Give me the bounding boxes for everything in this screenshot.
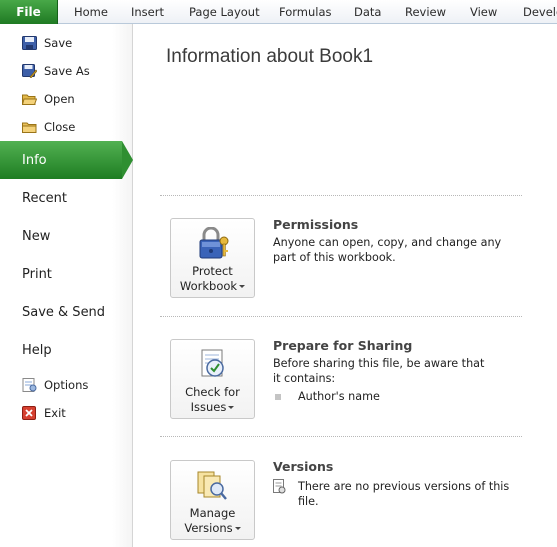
permissions-title: Permissions bbox=[273, 217, 359, 232]
nav-tab-save-send[interactable]: Save & Send bbox=[0, 293, 133, 331]
options-label: Options bbox=[44, 378, 89, 392]
check-for-issues-button[interactable]: Check for Issues bbox=[170, 339, 255, 419]
nav-tab-print[interactable]: Print bbox=[0, 255, 133, 293]
nav-save-as-command[interactable]: Save As bbox=[0, 57, 133, 85]
section-divider bbox=[160, 195, 522, 196]
info-panel: Information about Book1 Protect Workbook… bbox=[134, 24, 557, 547]
nav-options-command[interactable]: Options bbox=[0, 371, 133, 399]
protect-workbook-button[interactable]: Protect Workbook bbox=[170, 218, 255, 298]
tab-review[interactable]: Review bbox=[405, 0, 446, 24]
prepare-sharing-title: Prepare for Sharing bbox=[273, 338, 413, 353]
lock-keys-icon bbox=[199, 227, 229, 259]
nav-save-command[interactable]: Save bbox=[0, 29, 133, 57]
chevron-down-icon bbox=[234, 527, 241, 530]
nav-tab-new[interactable]: New bbox=[0, 217, 133, 255]
nav-tab-recent[interactable]: Recent bbox=[0, 179, 133, 217]
close-folder-icon bbox=[22, 122, 37, 133]
close-label: Close bbox=[44, 120, 76, 134]
tab-page-layout[interactable]: Page Layout bbox=[189, 0, 260, 24]
bullet-icon bbox=[275, 394, 281, 400]
exit-label: Exit bbox=[44, 406, 66, 420]
check-issues-label-line2: Issues bbox=[190, 400, 227, 414]
versions-description: There are no previous versions of this f… bbox=[298, 480, 510, 508]
chevron-down-icon bbox=[228, 406, 235, 409]
tab-formulas[interactable]: Formulas bbox=[279, 0, 332, 24]
tab-insert[interactable]: Insert bbox=[131, 0, 164, 24]
protect-workbook-label-line1: Protect bbox=[192, 264, 233, 278]
protect-workbook-label-line2: Workbook bbox=[179, 279, 238, 293]
nav-tab-info[interactable]: Info bbox=[0, 141, 122, 179]
nav-exit-command[interactable]: Exit bbox=[0, 399, 133, 427]
nav-tab-help[interactable]: Help bbox=[0, 331, 133, 369]
document-versions-icon bbox=[273, 479, 286, 494]
manage-versions-label-line2: Versions bbox=[184, 521, 233, 535]
versions-title: Versions bbox=[273, 459, 334, 474]
section-divider bbox=[160, 436, 522, 437]
sharing-item-author: Author's name bbox=[298, 390, 380, 403]
save-as-label: Save As bbox=[44, 64, 90, 78]
tab-home[interactable]: Home bbox=[74, 0, 108, 24]
save-icon bbox=[22, 36, 37, 50]
tab-developer[interactable]: Develo bbox=[523, 0, 557, 24]
nav-open-command[interactable]: Open bbox=[0, 85, 133, 113]
options-icon bbox=[22, 378, 37, 392]
open-folder-icon bbox=[22, 94, 37, 105]
active-tab-arrow bbox=[122, 141, 133, 179]
section-divider bbox=[160, 316, 522, 317]
chevron-down-icon bbox=[239, 285, 246, 288]
prepare-sharing-description: Before sharing this file, be aware that … bbox=[273, 357, 485, 385]
backstage-nav: Save Save As Open Close Info Recent New … bbox=[0, 24, 133, 547]
save-label: Save bbox=[44, 36, 73, 50]
exit-icon bbox=[22, 406, 36, 420]
page-title: Information about Book1 bbox=[166, 46, 374, 67]
manage-versions-label-line1: Manage bbox=[189, 506, 236, 520]
open-label: Open bbox=[44, 92, 75, 106]
tab-file[interactable]: File bbox=[0, 0, 58, 24]
tab-data[interactable]: Data bbox=[354, 0, 381, 24]
tab-view[interactable]: View bbox=[470, 0, 497, 24]
nav-close-command[interactable]: Close bbox=[0, 113, 133, 141]
check-issues-label-line1: Check for bbox=[185, 385, 240, 399]
ribbon-tab-bar: File Home Insert Page Layout Formulas Da… bbox=[0, 0, 557, 24]
save-as-icon bbox=[22, 64, 37, 78]
manage-versions-button[interactable]: Manage Versions bbox=[170, 460, 255, 540]
versions-icon bbox=[197, 471, 227, 500]
permissions-description: Anyone can open, copy, and change any pa… bbox=[273, 236, 502, 264]
check-document-icon bbox=[201, 349, 224, 377]
